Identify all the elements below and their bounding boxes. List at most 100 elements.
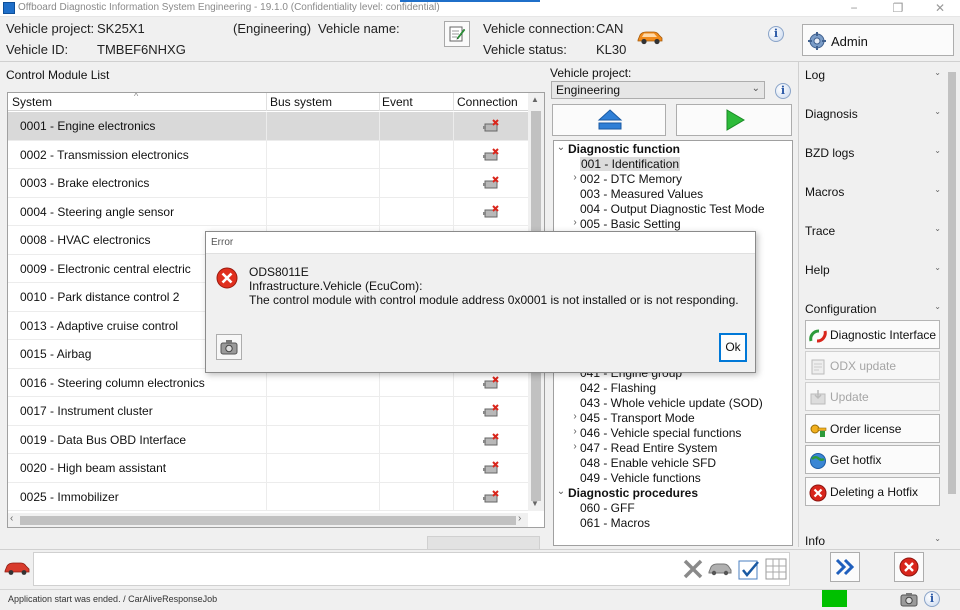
project-info-icon[interactable]: i [775,83,791,99]
grid-table-icon[interactable] [765,558,787,580]
column-separator[interactable] [266,93,267,111]
mode-value: (Engineering) [233,21,312,36]
diagnostic-interface-icon [809,329,827,343]
section-configuration[interactable]: Configuration ⌄ [805,302,941,316]
vehicle-project-selected: Engineering [556,83,621,97]
scroll-up-arrow[interactable]: ▲ [531,95,539,104]
scroll-left-arrow[interactable]: ‹ [10,513,13,524]
column-separator[interactable] [453,93,454,111]
error-dialog-titlebar[interactable]: Error [206,232,755,254]
start-button[interactable] [676,104,792,136]
chevron-right-icon[interactable]: › [570,426,580,437]
system-cell: 0008 - HVAC electronics [20,233,151,247]
table-row[interactable]: 0003 - Brake electronics [8,169,528,198]
connection-failed-icon [483,461,499,474]
system-cell: 0020 - High beam assistant [20,461,167,475]
table-row[interactable]: 0002 - Transmission electronics [8,140,528,169]
table-row[interactable]: 0001 - Engine electronics [8,112,528,141]
vehicle-name-label: Vehicle name: [318,21,400,36]
button-label: Get hotfix [830,453,882,467]
screenshot-button[interactable] [216,334,242,360]
vehicle-header: Vehicle project: SK25X1 (Engineering) Ve… [0,17,796,61]
chevron-down-icon[interactable]: ⌄ [556,486,566,497]
status-info-icon[interactable]: i [924,591,940,607]
column-header-connection[interactable]: Connection [457,95,518,109]
close-window-button[interactable]: ✕ [920,0,960,17]
chevron-down-icon: ⌄ [934,146,941,155]
car-gray-icon[interactable] [708,562,732,576]
edit-notes-button[interactable] [444,21,470,47]
camera-icon[interactable] [900,592,918,607]
section-help[interactable]: Help ⌄ [805,263,941,277]
table-row[interactable]: 0025 - Immobilizer [8,482,528,511]
window-title: Offboard Diagnostic Information System E… [18,2,440,13]
tools-icon[interactable] [682,558,704,580]
vehicle-project-panel-label: Vehicle project: [550,66,632,80]
vehicle-id-value: TMBEF6NHXG [97,42,186,57]
chevron-down-icon[interactable]: ⌄ [556,142,566,153]
table-row[interactable]: 0020 - High beam assistant [8,454,528,483]
column-header-bus-system[interactable]: Bus system [270,95,332,109]
scroll-thumb[interactable] [20,516,516,525]
section-label: Configuration [805,302,877,316]
chevron-down-icon: ⌄ [934,224,941,233]
maximize-button[interactable]: ❐ [878,0,918,17]
system-cell: 0002 - Transmission electronics [20,147,189,162]
vehicle-project-select[interactable]: Engineering ⌄ [551,81,765,99]
connection-failed-icon [483,375,499,388]
tree-item-label: 002 - DTC Memory [580,172,683,186]
collapse-up-button[interactable] [552,104,666,136]
tree-item-label: 060 - GFF [580,501,635,515]
scroll-down-arrow[interactable]: ▼ [531,499,539,508]
section-log[interactable]: Log ⌄ [805,68,941,82]
section-bzd-logs[interactable]: BZD logs ⌄ [805,146,941,160]
scroll-thumb[interactable] [948,72,956,494]
forward-button[interactable] [830,552,860,582]
table-row[interactable]: 0004 - Steering angle sensor [8,197,528,226]
update-button: Update [805,382,940,411]
system-cell: 0015 - Airbag [20,347,92,361]
play-icon [726,109,745,131]
section-diagnosis[interactable]: Diagnosis ⌄ [805,107,941,121]
chevron-right-icon[interactable]: › [570,217,580,228]
cell-separator [379,140,380,169]
chevron-down-icon: ⌄ [934,107,941,116]
column-header-system[interactable]: System [12,95,52,109]
column-header-event[interactable]: Event [382,95,413,109]
cell-separator [266,454,267,482]
chevron-down-icon: ⌄ [934,302,941,311]
section-info[interactable]: Info ⌄ [805,534,941,548]
order-license-button[interactable]: Order license [805,414,940,443]
section-trace[interactable]: Trace ⌄ [805,224,941,238]
section-label: Help [805,263,830,277]
tree-item-label: 049 - Vehicle functions [580,471,701,485]
table-row[interactable]: 0019 - Data Bus OBD Interface [8,425,528,454]
connection-status-indicator [822,590,847,607]
minimize-button[interactable]: − [834,0,874,17]
tree-item-label: 061 - Macros [580,516,651,530]
diagnostic-interface-button[interactable]: Diagnostic Interface [805,320,940,349]
chevron-right-icon[interactable]: › [570,441,580,452]
cancel-button[interactable] [894,552,924,582]
chevron-right-icon[interactable]: › [570,172,580,183]
chevron-right-icon[interactable]: › [570,411,580,422]
admin-button[interactable]: Admin [802,24,954,56]
scroll-right-arrow[interactable]: › [518,513,521,524]
right-panel-scrollbar[interactable] [945,62,959,547]
get-hotfix-button[interactable]: Get hotfix [805,445,940,474]
deleting-a-hotfix-button[interactable]: Deleting a Hotfix [805,477,940,506]
system-cell: 0010 - Park distance control 2 [20,290,180,304]
cell-separator [453,482,454,511]
tree-item-label: 045 - Transport Mode [580,411,695,425]
checklist-icon[interactable] [737,558,761,582]
grid-horizontal-scrollbar[interactable]: ‹ › [8,513,528,527]
ok-button[interactable]: Ok [719,333,747,362]
system-cell: 0016 - Steering column electronics [20,375,205,390]
header-info-icon[interactable]: i [768,26,784,42]
column-separator[interactable] [379,93,380,111]
vehicle-red-icon[interactable] [4,560,30,576]
connection-failed-icon [483,176,499,189]
table-row[interactable]: 0017 - Instrument cluster [8,397,528,426]
section-macros[interactable]: Macros ⌄ [805,185,941,199]
connection-failed-icon [483,404,499,417]
